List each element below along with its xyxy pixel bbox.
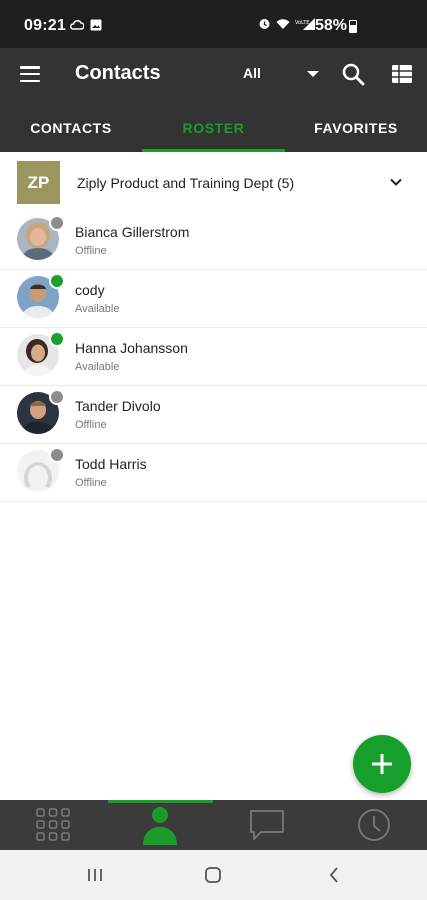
- alarm-icon: [259, 19, 270, 29]
- app-bar: Contacts All: [0, 48, 427, 100]
- group-avatar: ZP: [17, 161, 60, 204]
- notification-icons: [70, 19, 102, 31]
- contact-status: Offline: [75, 419, 107, 431]
- menu-icon[interactable]: [20, 66, 40, 83]
- system-nav-bar: [0, 850, 427, 900]
- battery-icon: [349, 20, 357, 33]
- tab-roster[interactable]: ROSTER: [142, 100, 285, 152]
- status-bar: 09:21 VoLTE 58%: [0, 0, 427, 48]
- status-time: 09:21: [24, 17, 66, 34]
- nav-history[interactable]: [321, 800, 427, 850]
- contact-status: Available: [75, 303, 120, 315]
- svg-text:VoLTE: VoLTE: [295, 20, 309, 26]
- presence-offline-icon: [49, 447, 65, 463]
- contact-row[interactable]: Hanna Johansson Available: [0, 328, 427, 386]
- contact-name: cody: [75, 282, 105, 298]
- nav-active-indicator: [108, 800, 213, 803]
- grid-view-icon[interactable]: [392, 65, 412, 83]
- presence-offline-icon: [49, 389, 65, 405]
- contact-row[interactable]: Tander Divolo Offline: [0, 386, 427, 444]
- search-icon[interactable]: [341, 62, 365, 86]
- contact-name: Bianca Gillerstrom: [75, 224, 190, 240]
- group-header[interactable]: ZP Ziply Product and Training Dept (5): [0, 152, 427, 212]
- presence-online-icon: [49, 331, 65, 347]
- person-icon: [143, 807, 177, 845]
- bottom-nav: [0, 800, 427, 850]
- contact-row[interactable]: Bianca Gillerstrom Offline: [0, 212, 427, 270]
- contact-name: Todd Harris: [75, 456, 147, 472]
- image-icon: [90, 19, 102, 31]
- home-icon[interactable]: [203, 864, 223, 886]
- chevron-down-icon[interactable]: [390, 176, 402, 188]
- contact-status: Offline: [75, 245, 107, 257]
- dialpad-icon: [36, 808, 70, 841]
- system-icons: VoLTE: [258, 17, 315, 30]
- filter-value: All: [243, 65, 261, 81]
- cloud-sync-icon: [70, 20, 84, 30]
- back-icon[interactable]: [326, 864, 342, 886]
- contact-name: Hanna Johansson: [75, 340, 188, 356]
- chat-icon: [250, 810, 284, 840]
- presence-online-icon: [49, 273, 65, 289]
- presence-offline-icon: [49, 215, 65, 231]
- plus-icon: [372, 754, 392, 774]
- add-contact-button[interactable]: [353, 735, 411, 793]
- signal-icon: VoLTE: [295, 17, 315, 30]
- clock-icon: [358, 809, 390, 841]
- group-name: Ziply Product and Training Dept (5): [77, 175, 295, 191]
- filter-dropdown[interactable]: All: [243, 64, 319, 86]
- nav-dialpad[interactable]: [0, 800, 106, 850]
- battery-percent: 58%: [314, 17, 347, 34]
- nav-chat[interactable]: [214, 800, 320, 850]
- contact-status: Available: [75, 361, 120, 373]
- contact-name: Tander Divolo: [75, 398, 161, 414]
- contact-status: Offline: [75, 477, 107, 489]
- nav-contacts[interactable]: [107, 800, 213, 850]
- contact-row[interactable]: cody Available: [0, 270, 427, 328]
- tab-bar: CONTACTS ROSTER FAVORITES: [0, 100, 427, 152]
- page-title: Contacts: [75, 62, 161, 84]
- caret-down-icon: [307, 71, 319, 77]
- contact-row[interactable]: Todd Harris Offline: [0, 444, 427, 502]
- tab-favorites[interactable]: FAVORITES: [285, 100, 427, 152]
- wifi-icon: [276, 18, 290, 29]
- tab-contacts[interactable]: CONTACTS: [0, 100, 142, 152]
- recent-apps-icon[interactable]: [86, 864, 104, 886]
